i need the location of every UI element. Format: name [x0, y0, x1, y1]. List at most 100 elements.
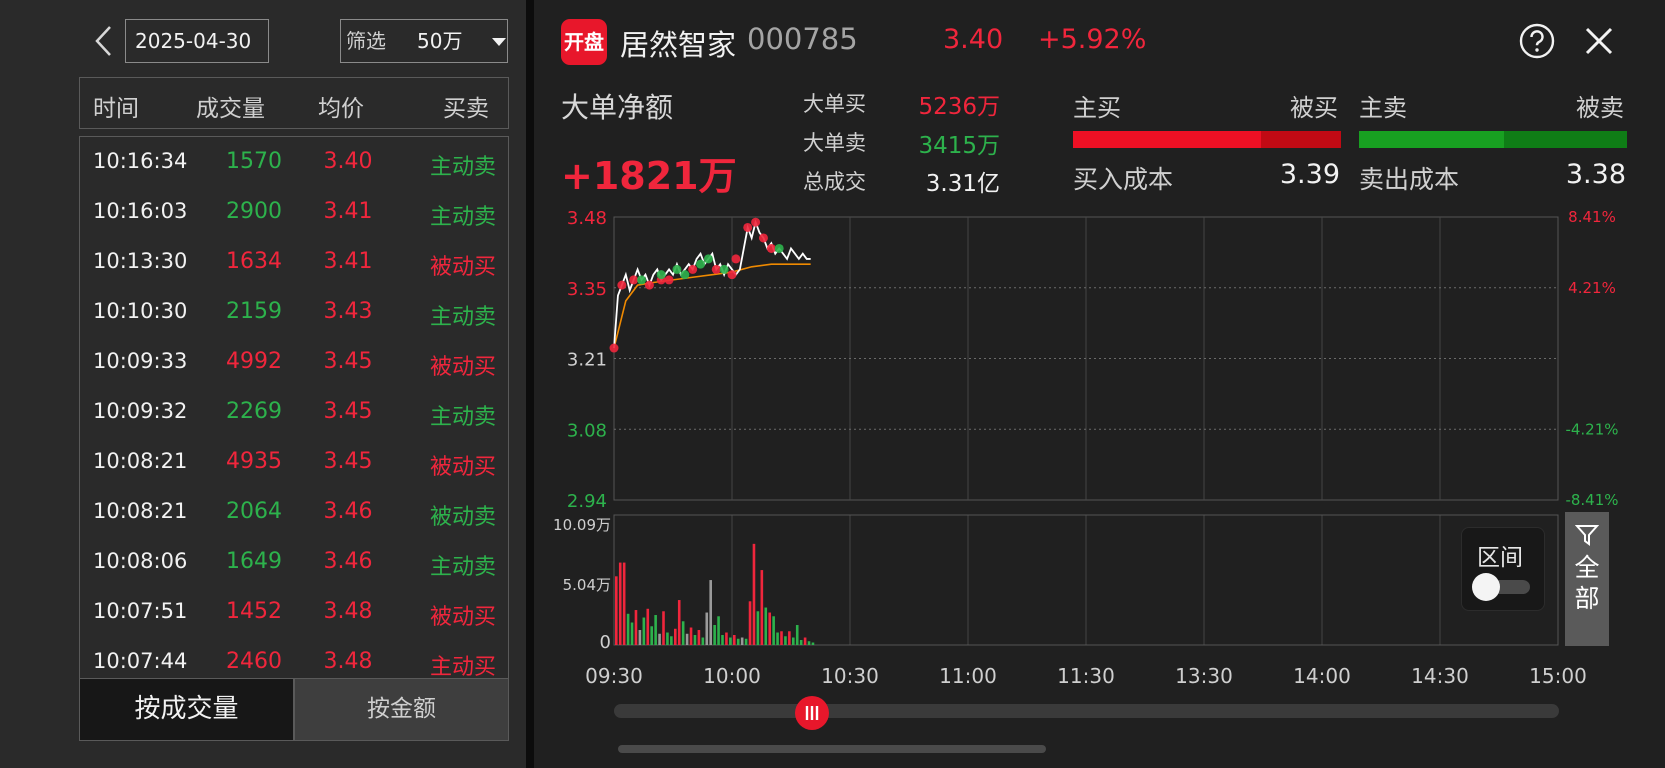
trade-price: 3.45 [323, 449, 373, 474]
range-toggle-knob[interactable] [1472, 573, 1500, 601]
tab-by-amount[interactable]: 按金额 [294, 678, 509, 741]
trade-row[interactable]: 10:07:44 2460 3.48 主动买 [80, 637, 508, 678]
volume-bar [744, 638, 748, 645]
time-tick-label: 09:30 [585, 664, 643, 688]
trade-price: 3.41 [323, 249, 373, 274]
volume-bar [701, 637, 705, 645]
trade-side: 被动买 [429, 355, 496, 380]
range-toggle-card[interactable]: 区间 [1461, 527, 1545, 611]
trade-row[interactable]: 10:07:51 1452 3.48 被动买 [80, 587, 508, 637]
volume-bar [748, 601, 752, 645]
trade-marker [609, 343, 619, 353]
volume-tick-label: 5.04万 [563, 576, 611, 594]
trade-row[interactable]: 10:16:34 1570 3.40 主动卖 [80, 137, 508, 187]
date-picker[interactable]: 2025-04-30 [125, 19, 269, 63]
trade-time: 10:16:03 [93, 199, 188, 223]
percent-tick-label: 4.21% [1568, 279, 1616, 297]
grip-icon [806, 706, 819, 720]
time-tick-label: 11:30 [1057, 664, 1115, 688]
amount-filter-select[interactable]: 筛选 50万 [340, 19, 508, 63]
volume-bar [638, 630, 642, 645]
trade-marker [629, 275, 639, 285]
trade-marker [719, 264, 729, 274]
trade-row[interactable]: 10:08:06 1649 3.46 主动卖 [80, 537, 508, 587]
timeline-handle[interactable] [795, 696, 830, 730]
volume-bar [768, 612, 771, 645]
trade-marker [672, 264, 682, 274]
volume-bar [795, 625, 799, 645]
volume-bar [725, 632, 728, 645]
trade-time: 10:13:30 [93, 249, 188, 273]
volume-bar [772, 616, 775, 645]
volume-bar [685, 633, 689, 645]
trade-time: 10:07:44 [93, 649, 188, 673]
trade-row[interactable]: 10:16:03 2900 3.41 主动卖 [80, 187, 508, 237]
volume-tick-label: 10.09万 [553, 516, 611, 534]
trade-row[interactable]: 10:10:30 2159 3.43 主动卖 [80, 287, 508, 337]
trade-marker [766, 243, 776, 253]
volume-bar [615, 576, 618, 645]
volume-bar [618, 562, 622, 645]
filter-icon [1575, 525, 1599, 546]
trade-row[interactable]: 10:09:33 4992 3.45 被动买 [80, 337, 508, 387]
trade-row[interactable]: 10:09:32 2269 3.45 主动卖 [80, 387, 508, 437]
volume-bar [811, 642, 815, 645]
price-tick-label: 2.94 [567, 491, 607, 512]
time-tick-label: 15:00 [1529, 664, 1587, 688]
timeline-track[interactable] [614, 704, 1559, 718]
volume-bar [756, 611, 760, 645]
all-filter-button[interactable]: 全 部 [1565, 512, 1609, 646]
trade-volume: 1649 [226, 549, 282, 574]
volume-bar [752, 543, 756, 645]
volume-bar [654, 615, 657, 645]
trade-time: 10:07:51 [93, 599, 188, 623]
tab-by-volume[interactable]: 按成交量 [79, 678, 294, 741]
trade-marker [637, 275, 647, 285]
volume-bar [658, 633, 661, 645]
intraday-chart[interactable]: 3.48 3.35 3.21 3.08 2.94 8.41% 4.21% -4.21% -8.4… [534, 0, 1665, 768]
volume-bar [681, 621, 685, 645]
panel-divider [526, 0, 534, 768]
percent-tick-label: 8.41% [1568, 208, 1616, 226]
trade-time: 10:08:06 [93, 549, 188, 573]
time-tick-label: 14:00 [1293, 664, 1351, 688]
trade-time: 10:10:30 [93, 299, 188, 323]
trade-marker [758, 233, 768, 243]
trade-price: 3.45 [323, 349, 373, 374]
volume-bar [689, 627, 693, 645]
trade-side: 被动买 [429, 455, 496, 480]
trade-marker [656, 270, 666, 280]
volume-bar [662, 611, 665, 645]
percent-tick-label: -8.41% [1565, 491, 1618, 509]
back-arrow-icon[interactable] [92, 24, 116, 58]
trade-table[interactable]: 10:16:34 1570 3.40 主动卖 10:16:03 2900 3.41 主动卖 10… [79, 136, 509, 678]
volume-bar [674, 628, 677, 645]
horizontal-scrollbar[interactable] [618, 745, 1046, 753]
time-tick-label: 14:30 [1411, 664, 1469, 688]
volume-bar [721, 635, 724, 645]
trade-marker [711, 264, 721, 274]
trade-volume: 4992 [226, 349, 282, 374]
trade-volume: 4935 [226, 449, 282, 474]
trade-price: 3.45 [323, 399, 373, 424]
trade-marker [617, 280, 627, 290]
volume-bar [717, 616, 720, 645]
volume-bar [646, 608, 650, 645]
trade-marker [644, 280, 654, 290]
price-tick-label: 3.48 [567, 208, 607, 229]
trade-volume: 1452 [226, 599, 282, 624]
trade-marker [743, 222, 753, 232]
trade-volume: 2269 [226, 399, 282, 424]
time-tick-label: 10:00 [703, 664, 761, 688]
trade-row[interactable]: 10:08:21 2064 3.46 被动卖 [80, 487, 508, 537]
volume-bar [729, 637, 732, 645]
trade-volume: 2064 [226, 499, 282, 524]
trade-row[interactable]: 10:08:21 4935 3.45 被动买 [80, 437, 508, 487]
trade-side: 主动卖 [429, 555, 496, 580]
trade-detail-panel: 2025-04-30 筛选 50万 时间 成交量 均价 买卖 10:16:34 1… [0, 0, 526, 768]
trade-row[interactable]: 10:13:30 1634 3.41 被动买 [80, 237, 508, 287]
volume-bar [764, 607, 768, 645]
price-tick-label: 3.08 [567, 420, 607, 441]
caret-down-icon [492, 38, 506, 46]
trade-marker [696, 259, 706, 269]
